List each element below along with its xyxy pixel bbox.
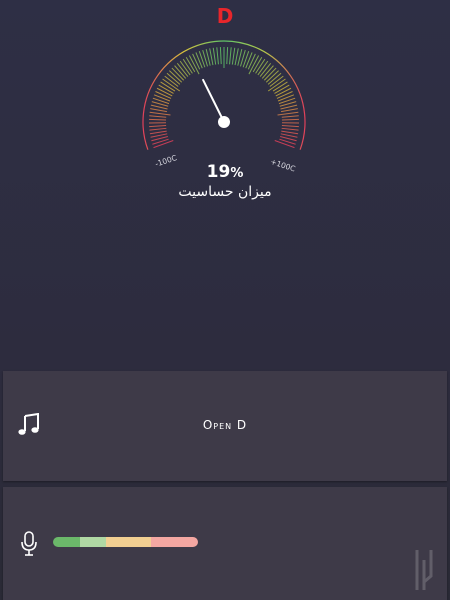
- gauge-tick: [216, 47, 219, 65]
- tuning-selector[interactable]: Open D: [3, 371, 447, 481]
- gauge-tick: [280, 133, 298, 138]
- gauge-tick: [281, 130, 299, 135]
- gauge-tick: [281, 115, 299, 118]
- gauge-tick: [149, 125, 167, 128]
- gauge-tick: [281, 127, 299, 131]
- watermark-logo: [415, 550, 433, 590]
- gauge-tick: [153, 139, 174, 149]
- sensitivity-value: 19: [206, 162, 231, 182]
- gauge-tick: [231, 47, 236, 65]
- gauge-tick: [192, 53, 201, 70]
- gauge-tick: [276, 91, 293, 99]
- gauge-tick: [149, 115, 167, 118]
- input-level-meter: [53, 537, 198, 547]
- gauge-tick: [150, 133, 168, 138]
- tuning-name: Open D: [202, 418, 248, 432]
- gauge-tick: [153, 94, 171, 102]
- percent-symbol: %: [230, 166, 244, 181]
- gauge-tick: [219, 47, 222, 65]
- gauge-needle: [202, 78, 225, 123]
- gauge-tick: [275, 87, 292, 97]
- gauge-tick: [149, 111, 171, 116]
- gauge-tick: [281, 125, 299, 128]
- gauge-tick: [277, 94, 295, 102]
- gauge-tick: [247, 53, 256, 70]
- level-segment-light-green: [80, 537, 106, 547]
- sensitivity-label: میزان حساسیت: [178, 184, 272, 200]
- gauge-tick: [149, 118, 167, 121]
- gauge-tick: [150, 108, 168, 113]
- gauge-tick: [149, 127, 167, 131]
- gauge-tick: [281, 118, 299, 121]
- level-segment-yellow: [106, 537, 151, 547]
- gauge-tick: [274, 139, 295, 149]
- gauge-tick: [195, 52, 203, 69]
- sensitivity-percent: 19%: [0, 162, 450, 182]
- gauge-tick: [280, 108, 298, 113]
- gauge-tick: [245, 52, 253, 69]
- microphone-panel: [3, 487, 447, 600]
- gauge-pivot: [218, 116, 230, 128]
- gauge-tick: [149, 130, 167, 135]
- gauge-tick: [277, 111, 299, 116]
- gauge-tick: [234, 48, 239, 66]
- gauge-tick: [156, 87, 173, 97]
- gauge-ticks: [148, 47, 300, 149]
- level-segment-green: [53, 537, 80, 547]
- gauge-tick: [155, 91, 172, 99]
- microphone-icon[interactable]: [20, 531, 38, 561]
- gauge-tick: [229, 47, 232, 65]
- gauge-tick: [226, 47, 229, 65]
- gauge-tick: [209, 48, 214, 66]
- level-segment-red: [151, 537, 198, 547]
- gauge-tick: [212, 47, 217, 65]
